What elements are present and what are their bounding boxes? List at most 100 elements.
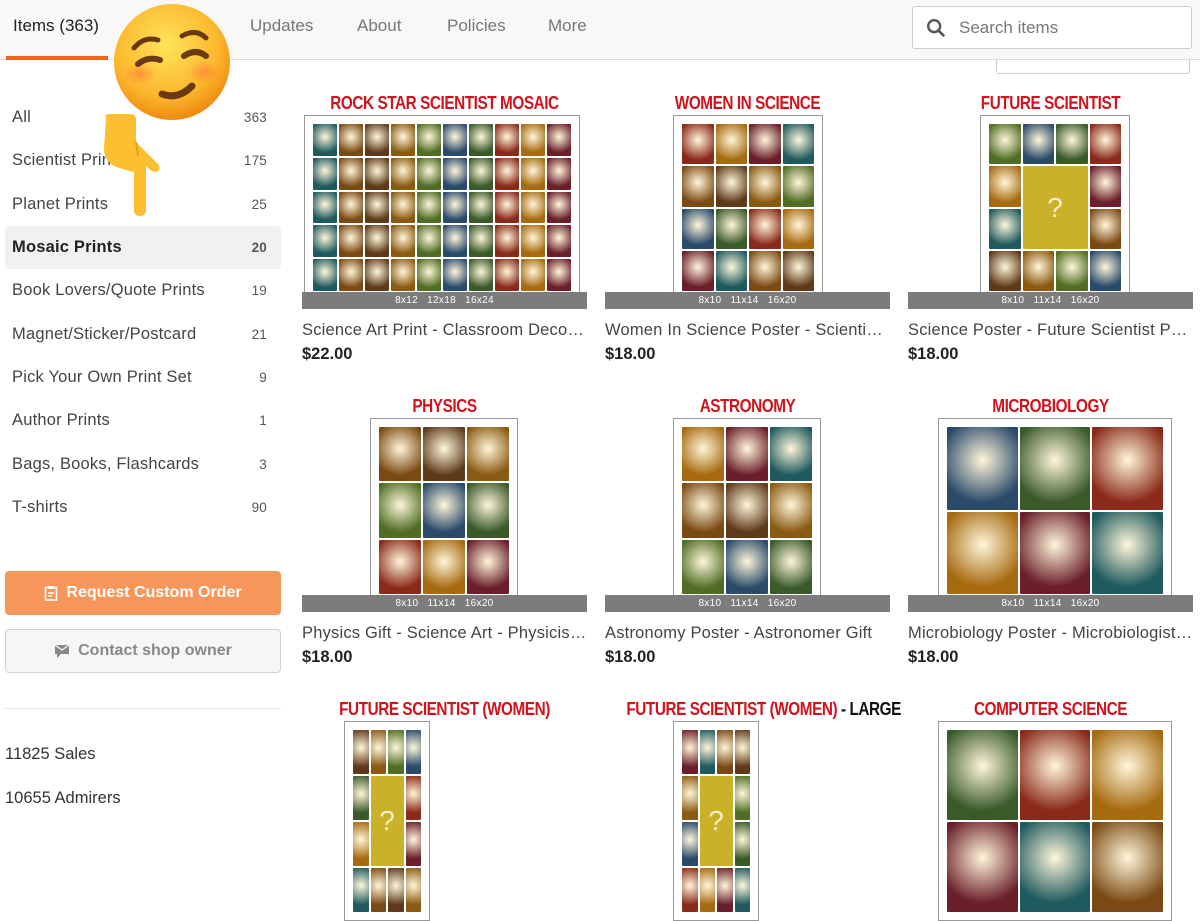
poster-tile — [417, 191, 441, 224]
poster-tile — [1056, 124, 1088, 165]
poster-tile — [1019, 730, 1091, 820]
poster-tile — [353, 776, 369, 820]
size-options-bar: 8x10 11x14 16x20 — [908, 595, 1193, 612]
listing-title[interactable]: Astronomy Poster - Astronomer Gift — [605, 624, 890, 643]
poster-frame — [304, 115, 580, 300]
poster-tile — [443, 259, 467, 291]
poster-tile — [365, 259, 389, 291]
smiling-face-emoji-icon — [114, 4, 230, 120]
clipboard-icon — [45, 586, 58, 601]
poster-title: FUTURE SCIENTIST (WOMEN) - LARGE — [626, 699, 901, 719]
sidebar-item-book-lovers[interactable]: Book Lovers/Quote Prints 19 — [5, 269, 281, 312]
poster-tile — [749, 166, 781, 207]
listing-card[interactable]: WOMEN IN SCIENCE 8x10 11x14 16x20 Women In… — [605, 93, 890, 363]
listing-card[interactable]: ROCK STAR SCIENTIST MOSAIC 8x12 12x18 16x… — [302, 93, 587, 363]
sidebar-item-pick-your-own[interactable]: Pick Your Own Print Set 9 — [5, 356, 281, 399]
poster-tile — [391, 259, 415, 291]
poster-frame: ? — [980, 115, 1130, 300]
listing-card[interactable]: FUTURE SCIENTIST? 8x10 11x14 16x20 Science… — [908, 93, 1193, 363]
sort-dropdown[interactable] — [996, 60, 1190, 74]
listing-card[interactable]: FUTURE SCIENTIST (WOMEN)? — [302, 699, 587, 921]
sidebar-item-author-prints[interactable]: Author Prints 1 — [5, 399, 281, 442]
poster-tile — [417, 157, 441, 190]
poster-tile — [734, 868, 750, 912]
listing-image[interactable]: COMPUTER SCIENCE — [908, 699, 1193, 921]
listing-card[interactable]: COMPUTER SCIENCE — [908, 699, 1193, 921]
poster-tile — [699, 868, 715, 912]
sidebar-divider — [5, 708, 281, 709]
listing-card[interactable]: FUTURE SCIENTIST (WOMEN) - LARGE? — [605, 699, 901, 921]
poster-tile — [734, 776, 750, 820]
sidebar-item-tshirts[interactable]: T-shirts 90 — [5, 486, 281, 529]
poster-tile — [547, 225, 571, 258]
listing-image[interactable]: FUTURE SCIENTIST? 8x10 11x14 16x20 — [908, 93, 1193, 309]
tab-updates[interactable]: Updates — [250, 16, 313, 36]
listing-title[interactable]: Women In Science Poster - Scientist Gift — [605, 321, 890, 340]
size-options-bar: 8x10 11x14 16x20 — [605, 595, 890, 612]
admirers-count[interactable]: 10655 Admirers — [5, 789, 121, 808]
listing-price: $18.00 — [605, 648, 656, 666]
poster-tile — [339, 124, 363, 156]
poster-tile — [715, 124, 747, 165]
poster-tile — [339, 225, 363, 258]
sidebar-item-mosaic-prints[interactable]: Mosaic Prints 20 — [5, 225, 281, 270]
listing-image[interactable]: FUTURE SCIENTIST (WOMEN)? — [302, 699, 587, 921]
request-custom-order-button[interactable]: Request Custom Order — [5, 571, 281, 615]
listing-title[interactable]: Science Art Print - Classroom Decor - Ro… — [302, 321, 587, 340]
tab-items[interactable]: Items (363) — [13, 16, 99, 36]
tab-about[interactable]: About — [357, 16, 401, 36]
poster-frame: ? — [344, 721, 430, 921]
poster-tile — [1089, 208, 1121, 249]
poster-tile — [547, 124, 571, 156]
poster-tile — [717, 868, 733, 912]
tab-policies[interactable]: Policies — [447, 16, 506, 36]
listing-title[interactable]: Science Poster - Future Scientist Print — [908, 321, 1193, 340]
listing-title[interactable]: Microbiology Poster - Microbiologist Gif… — [908, 624, 1193, 643]
poster-tile — [989, 208, 1021, 249]
listing-card[interactable]: PHYSICS 8x10 11x14 16x20 Physics Gift - Sc… — [302, 396, 587, 666]
poster-tile — [353, 730, 369, 774]
poster-tile — [469, 124, 493, 156]
poster-tile — [682, 776, 698, 820]
listing-card[interactable]: MICROBIOLOGY 8x10 11x14 16x20 Microbiology… — [908, 396, 1193, 666]
poster-tile — [423, 539, 465, 594]
sidebar-item-bags-books-flashcards[interactable]: Bags, Books, Flashcards 3 — [5, 442, 281, 485]
listing-image[interactable]: MICROBIOLOGY 8x10 11x14 16x20 — [908, 396, 1193, 612]
listing-image[interactable]: ROCK STAR SCIENTIST MOSAIC 8x12 12x18 16x… — [302, 93, 587, 309]
poster-tile — [521, 225, 545, 258]
sidebar-item-magnet-sticker-postcard[interactable]: Magnet/Sticker/Postcard 21 — [5, 312, 281, 355]
poster-tile — [547, 259, 571, 291]
tab-more[interactable]: More — [548, 16, 587, 36]
listing-title[interactable]: Physics Gift - Science Art - Physicist P… — [302, 624, 587, 643]
poster-tile — [405, 868, 421, 912]
poster-tile — [443, 191, 467, 224]
message-icon — [54, 643, 70, 658]
poster-tile — [521, 124, 545, 156]
poster-title: WOMEN IN SCIENCE — [674, 93, 821, 113]
poster-tile — [1089, 166, 1121, 207]
listing-image[interactable]: ASTRONOMY 8x10 11x14 16x20 — [605, 396, 890, 612]
poster-tile — [749, 208, 781, 249]
poster-frame — [938, 418, 1172, 603]
pointing-down-hand-emoji-icon — [104, 114, 160, 216]
poster-tile — [379, 483, 421, 538]
poster-tile — [682, 730, 698, 774]
poster-tile — [682, 483, 724, 538]
poster-tile — [495, 259, 519, 291]
listing-image[interactable]: FUTURE SCIENTIST (WOMEN) - LARGE? — [605, 699, 901, 921]
search-box[interactable] — [912, 6, 1192, 49]
poster-tile — [1092, 822, 1163, 912]
contact-shop-owner-button[interactable]: Contact shop owner — [5, 629, 281, 673]
listing-image[interactable]: WOMEN IN SCIENCE 8x10 11x14 16x20 — [605, 93, 890, 309]
poster-tile — [1022, 124, 1054, 165]
poster-tile — [1022, 250, 1054, 291]
listing-card[interactable]: ASTRONOMY 8x10 11x14 16x20 Astronomy Poste… — [605, 396, 890, 666]
sales-count: 11825 Sales — [5, 745, 96, 763]
listing-image[interactable]: PHYSICS 8x10 11x14 16x20 — [302, 396, 587, 612]
poster-tile — [1019, 822, 1091, 912]
size-options-bar: 8x12 12x18 16x24 — [302, 292, 587, 309]
search-input[interactable] — [959, 17, 1179, 38]
poster-tile — [313, 191, 337, 224]
poster-tile — [770, 539, 812, 594]
poster-tile — [405, 822, 421, 866]
